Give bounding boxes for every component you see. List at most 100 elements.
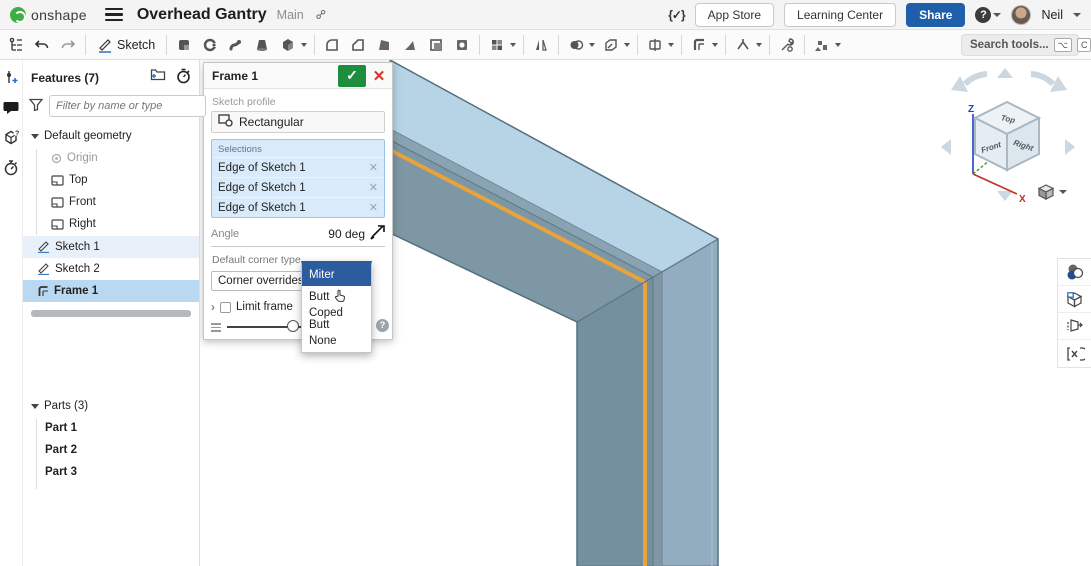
tools-icon[interactable] xyxy=(775,33,799,57)
hole-icon[interactable] xyxy=(450,33,474,57)
pattern-icon[interactable] xyxy=(485,33,509,57)
user-name[interactable]: Neil xyxy=(1041,8,1063,22)
profile-select[interactable]: Rectangular xyxy=(211,111,385,133)
angle-field[interactable]: Angle 90 deg xyxy=(211,221,385,247)
mirror-icon[interactable] xyxy=(529,33,553,57)
tree-item-part-2[interactable]: Part 2 xyxy=(23,439,199,461)
named-views-icon[interactable] xyxy=(1058,286,1091,313)
tree-item-frame-1[interactable]: Frame 1 xyxy=(23,280,199,302)
angle-value[interactable]: 90 deg xyxy=(328,227,365,241)
tree-group-parts[interactable]: Parts (3) xyxy=(23,395,199,417)
plane-icon xyxy=(51,219,64,230)
new-folder-icon[interactable] xyxy=(150,68,166,87)
insert-menu-chevron-icon[interactable] xyxy=(835,43,841,47)
remove-selection-icon[interactable]: ✕ xyxy=(369,181,378,194)
chamfer-icon[interactable] xyxy=(346,33,370,57)
tree-item-front[interactable]: Front xyxy=(23,191,199,213)
share-button[interactable]: Share xyxy=(906,3,965,27)
onshape-logo[interactable]: onshape xyxy=(10,7,87,23)
sketch-button[interactable]: Sketch xyxy=(91,35,161,55)
tree-item-right[interactable]: Right xyxy=(23,213,199,235)
boolean-icon[interactable] xyxy=(564,33,588,57)
main-menu-icon[interactable] xyxy=(105,8,123,22)
cancel-button[interactable]: ✕ xyxy=(366,65,392,87)
insert-icon[interactable] xyxy=(810,33,834,57)
revolve-icon[interactable] xyxy=(198,33,222,57)
learning-center-button[interactable]: Learning Center xyxy=(784,3,896,27)
dialog-help-icon[interactable]: ? xyxy=(376,319,389,332)
features-header: Features (7) xyxy=(31,71,99,85)
history-icon[interactable] xyxy=(0,154,22,180)
dropdown-option-butt[interactable]: Butt xyxy=(302,286,371,308)
selection-item[interactable]: Edge of Sketch 1 ✕ xyxy=(212,157,384,177)
plane-icon xyxy=(51,197,64,208)
extrude-icon[interactable] xyxy=(172,33,196,57)
remove-selection-icon[interactable]: ✕ xyxy=(369,201,378,214)
tree-item-sketch-1[interactable]: Sketch 1 xyxy=(23,236,199,258)
tree-item-part-1[interactable]: Part 1 xyxy=(23,417,199,439)
shell-icon[interactable] xyxy=(424,33,448,57)
rib-icon[interactable] xyxy=(398,33,422,57)
draft-icon[interactable] xyxy=(372,33,396,57)
appearance-icon[interactable] xyxy=(1058,259,1091,286)
help-icon: ? xyxy=(975,7,991,23)
transform-icon[interactable] xyxy=(599,33,623,57)
hide-show-icon[interactable] xyxy=(1058,340,1091,367)
user-menu-chevron-icon[interactable] xyxy=(1073,13,1081,17)
angle-picker-icon[interactable] xyxy=(369,225,385,243)
configurations-icon[interactable]: ? xyxy=(0,124,22,150)
help-menu[interactable]: ? xyxy=(975,7,1001,23)
pattern-menu-chevron-icon[interactable] xyxy=(510,43,516,47)
dropdown-option-none[interactable]: None xyxy=(302,330,371,352)
undo-icon[interactable] xyxy=(30,33,54,57)
drag-handle-icon[interactable] xyxy=(211,323,221,332)
tree-item-origin[interactable]: Origin xyxy=(23,147,199,169)
slider-handle[interactable] xyxy=(287,320,299,332)
featurescript-icon[interactable]: {✓} xyxy=(668,8,684,22)
sheet-metal-menu-chevron-icon[interactable] xyxy=(756,43,762,47)
history-clock-icon[interactable] xyxy=(176,68,191,87)
tree-group-default-geometry[interactable]: Default geometry xyxy=(23,125,199,147)
chevron-right-icon[interactable]: › xyxy=(211,300,215,314)
selections-list[interactable]: Selections Edge of Sketch 1 ✕ Edge of Sk… xyxy=(211,139,385,218)
tree-item-sketch-2[interactable]: Sketch 2 xyxy=(23,258,199,280)
variables-icon[interactable] xyxy=(0,64,22,90)
corner-overrides-button[interactable]: Corner overrides xyxy=(211,271,311,291)
split-icon[interactable] xyxy=(643,33,667,57)
rollback-bar[interactable] xyxy=(31,310,191,317)
search-tools-input[interactable]: Search tools... ⌥ C xyxy=(961,34,1079,56)
loft-icon[interactable] xyxy=(250,33,274,57)
sweep-icon[interactable] xyxy=(224,33,248,57)
redo-icon[interactable] xyxy=(56,33,80,57)
features-panel: Features (7) Default geometry Origin Top xyxy=(22,60,200,566)
view-options-button[interactable] xyxy=(1037,183,1067,201)
sheet-metal-icon[interactable] xyxy=(731,33,755,57)
frame-icon[interactable] xyxy=(687,33,711,57)
app-store-button[interactable]: App Store xyxy=(695,3,774,27)
feature-list-icon[interactable] xyxy=(4,33,28,57)
selection-item[interactable]: Edge of Sketch 1 ✕ xyxy=(212,197,384,217)
transform-menu-chevron-icon[interactable] xyxy=(624,43,630,47)
thicken-icon[interactable] xyxy=(276,33,300,57)
section-view-icon[interactable] xyxy=(1058,313,1091,340)
frame-menu-chevron-icon[interactable] xyxy=(712,43,718,47)
thicken-menu-chevron-icon[interactable] xyxy=(301,43,307,47)
tree-item-top[interactable]: Top xyxy=(23,169,199,191)
split-menu-chevron-icon[interactable] xyxy=(668,43,674,47)
workspace-label[interactable]: Main xyxy=(277,8,304,22)
origin-icon xyxy=(51,153,62,164)
tree-item-part-3[interactable]: Part 3 xyxy=(23,461,199,483)
chevron-down-icon xyxy=(1059,190,1067,194)
dropdown-option-coped-butt[interactable]: Coped Butt xyxy=(302,308,371,330)
filter-input[interactable] xyxy=(49,95,206,117)
boolean-menu-chevron-icon[interactable] xyxy=(589,43,595,47)
accept-button[interactable]: ✓ xyxy=(338,65,366,87)
remove-selection-icon[interactable]: ✕ xyxy=(369,161,378,174)
comments-icon[interactable] xyxy=(0,94,22,120)
share-link-icon[interactable]: ⚯ xyxy=(312,5,331,24)
selection-item[interactable]: Edge of Sketch 1 ✕ xyxy=(212,177,384,197)
limit-frame-checkbox[interactable] xyxy=(220,302,231,313)
avatar[interactable] xyxy=(1011,5,1031,25)
fillet-icon[interactable] xyxy=(320,33,344,57)
dropdown-option-miter[interactable]: Miter xyxy=(302,264,371,286)
